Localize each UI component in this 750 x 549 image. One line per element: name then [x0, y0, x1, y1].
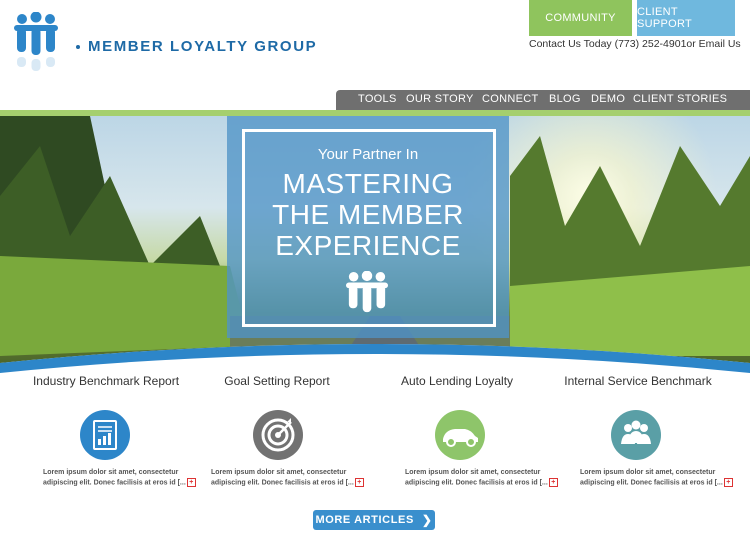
- hero-title: MASTERING THE MEMBER EXPERIENCE: [227, 168, 509, 261]
- card-title[interactable]: Industry Benchmark Report: [26, 374, 186, 389]
- hero-title-line-1: MASTERING: [282, 168, 454, 199]
- read-more-icon[interactable]: +: [548, 478, 558, 487]
- group-people-icon[interactable]: [611, 410, 661, 460]
- client-support-button[interactable]: CLIENT SUPPORT: [637, 0, 735, 36]
- card-title[interactable]: Internal Service Benchmark: [558, 374, 718, 389]
- card-excerpt-text: Lorem ipsum dolor sit amet, consectetur …: [211, 469, 354, 487]
- report-chart-icon[interactable]: [80, 410, 130, 460]
- hero-title-line-3: EXPERIENCE: [275, 230, 461, 261]
- card-excerpt: Lorem ipsum dolor sit amet, consectetur …: [211, 468, 371, 488]
- contact-text[interactable]: Contact Us Today (773) 252-4901or Email …: [529, 38, 741, 50]
- card-excerpt-text: Lorem ipsum dolor sit amet, consectetur …: [580, 469, 723, 487]
- brand-name: MEMBER LOYALTY GROUP: [76, 38, 317, 55]
- community-button[interactable]: COMMUNITY: [529, 0, 632, 36]
- nav-item-demo[interactable]: DEMO: [591, 93, 625, 105]
- read-more-icon[interactable]: +: [186, 478, 196, 487]
- card-excerpt-text: Lorem ipsum dolor sit amet, consectetur …: [43, 469, 186, 487]
- card-title[interactable]: Goal Setting Report: [197, 374, 357, 389]
- read-more-icon[interactable]: +: [354, 478, 364, 487]
- brand-dot: [76, 45, 80, 50]
- logo-people-icon: [14, 12, 58, 71]
- nav-item-blog[interactable]: BLOG: [549, 93, 581, 105]
- card-excerpt: Lorem ipsum dolor sit amet, consectetur …: [405, 468, 565, 488]
- logo[interactable]: MEMBER LOYALTY GROUP: [14, 12, 317, 74]
- hero-people-icon: [346, 271, 388, 313]
- hero-title-line-2: THE MEMBER: [272, 199, 464, 230]
- car-icon[interactable]: [435, 410, 485, 460]
- chevron-right-icon: ❯: [421, 513, 433, 527]
- nav-item-tools[interactable]: TOOLS: [358, 93, 397, 105]
- nav-item-client-stories[interactable]: CLIENT STORIES: [633, 93, 727, 105]
- main-nav: TOOLS OUR STORY CONNECT BLOG DEMO CLIENT…: [336, 90, 750, 110]
- more-articles-button[interactable]: MORE ARTICLES ❯: [313, 510, 435, 530]
- target-icon[interactable]: [253, 410, 303, 460]
- card-excerpt: Lorem ipsum dolor sit amet, consectetur …: [43, 468, 203, 488]
- read-more-icon[interactable]: +: [723, 478, 733, 487]
- nav-item-our-story[interactable]: OUR STORY: [406, 93, 474, 105]
- nav-item-connect[interactable]: CONNECT: [482, 93, 539, 105]
- card-excerpt: Lorem ipsum dolor sit amet, consectetur …: [580, 468, 740, 488]
- brand-text: MEMBER LOYALTY GROUP: [88, 38, 318, 55]
- more-articles-label: MORE ARTICLES: [315, 514, 414, 526]
- card-title[interactable]: Auto Lending Loyalty: [377, 374, 537, 389]
- card-excerpt-text: Lorem ipsum dolor sit amet, consectetur …: [405, 469, 548, 487]
- hero-subtitle: Your Partner In: [317, 146, 419, 163]
